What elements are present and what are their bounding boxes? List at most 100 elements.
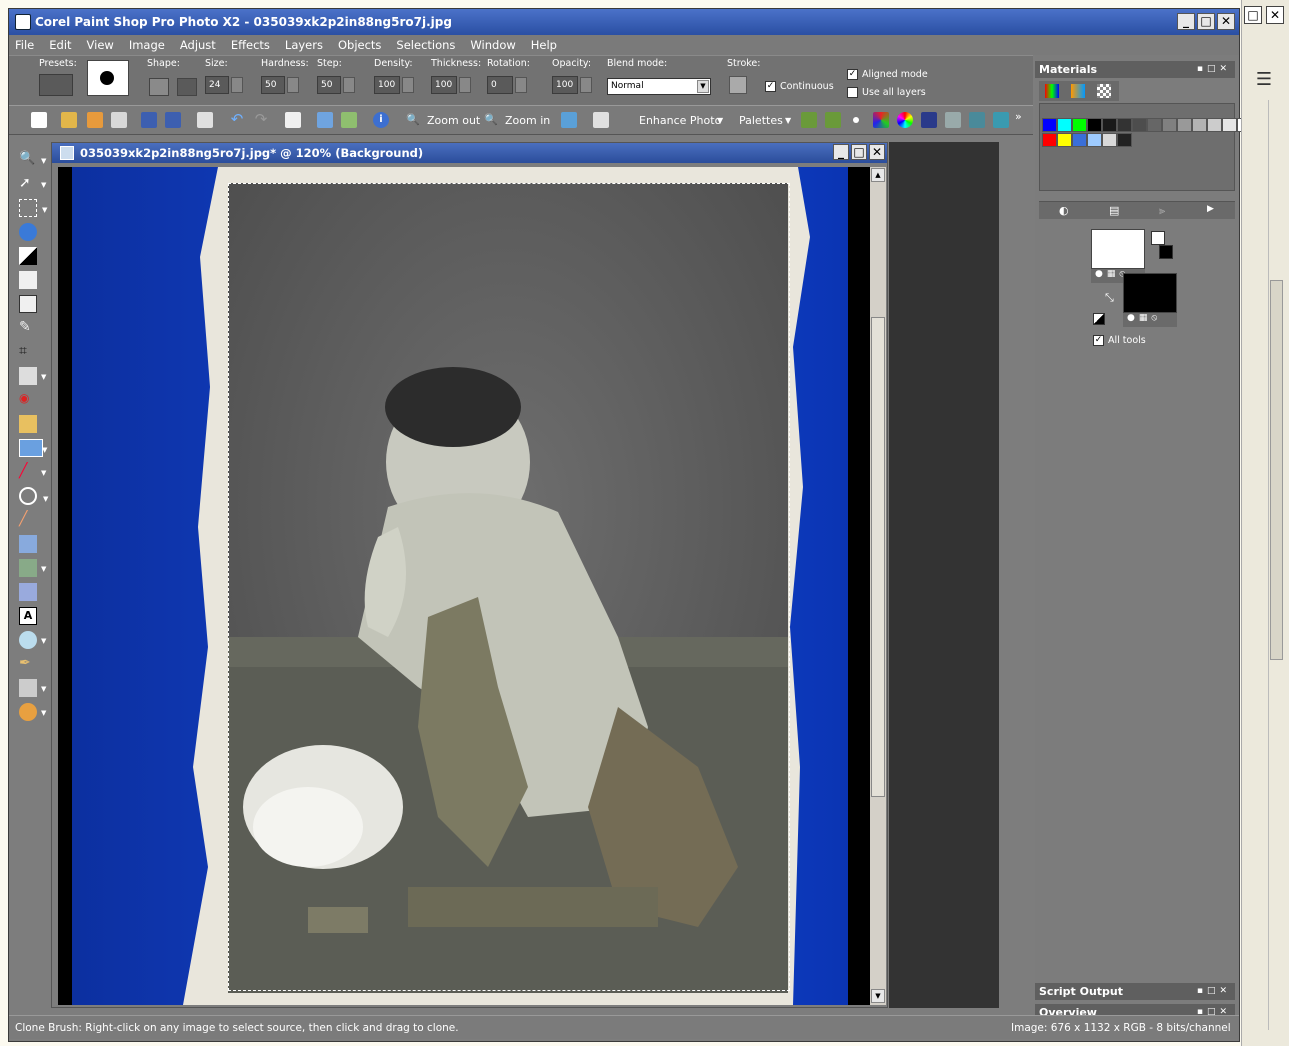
- color-swatch[interactable]: [1207, 118, 1222, 132]
- outer-scroll-thumb[interactable]: [1270, 280, 1283, 660]
- rotation-spinner[interactable]: [515, 77, 527, 93]
- opacity-spinner[interactable]: [580, 77, 592, 93]
- doc-minimize-button[interactable]: _: [833, 144, 849, 160]
- dodge-burn-icon[interactable]: ▼: [19, 487, 48, 505]
- layers-palette-icon[interactable]: [825, 112, 841, 128]
- menu-image[interactable]: Image: [129, 38, 165, 52]
- hardness-spinner[interactable]: [287, 77, 299, 93]
- save-icon[interactable]: [141, 112, 157, 128]
- color-swatch[interactable]: [1132, 118, 1147, 132]
- presets-dropdown[interactable]: [39, 74, 73, 96]
- scratch-remover-icon[interactable]: ╱ ▼: [19, 463, 46, 481]
- page-icon[interactable]: ▤: [1109, 204, 1119, 217]
- color-swatch[interactable]: [1087, 118, 1102, 132]
- copy-icon[interactable]: [317, 112, 333, 128]
- picture-tube-icon[interactable]: ▼: [19, 703, 46, 721]
- panel-controls-icon[interactable]: ▪□✕: [1197, 61, 1231, 78]
- paint-brush-icon[interactable]: ╱: [19, 511, 37, 529]
- scroll-thumb[interactable]: [871, 317, 885, 797]
- zoom-tool-icon[interactable]: 🔍 ▼: [19, 151, 46, 169]
- opacity-field[interactable]: 100: [552, 76, 578, 94]
- new-file-icon[interactable]: [31, 112, 47, 128]
- menu-selections[interactable]: Selections: [396, 38, 455, 52]
- redo-icon[interactable]: ↷: [253, 112, 269, 128]
- save-as-icon[interactable]: [165, 112, 181, 128]
- blend-mode-select[interactable]: Normal ▼: [607, 78, 711, 95]
- zoom-in-icon[interactable]: 🔍: [483, 112, 499, 128]
- thickness-field[interactable]: 100: [431, 76, 457, 94]
- small-fg-swatch[interactable]: [1151, 231, 1165, 245]
- color-swatch[interactable]: [1222, 118, 1237, 132]
- density-spinner[interactable]: [402, 77, 414, 93]
- color-swatch[interactable]: [1057, 118, 1072, 132]
- color-swatch[interactable]: [1192, 118, 1207, 132]
- menu-edit[interactable]: Edit: [49, 38, 71, 52]
- doc-maximize-button[interactable]: □: [851, 144, 867, 160]
- brush-icon[interactable]: ⫸: [1159, 204, 1165, 218]
- scroll-up-button[interactable]: ▲: [871, 168, 885, 182]
- maximize-button[interactable]: □: [1197, 13, 1215, 30]
- step-spinner[interactable]: [343, 77, 355, 93]
- menu-effects[interactable]: Effects: [231, 38, 270, 52]
- round-shape-button[interactable]: [149, 78, 169, 96]
- color-wheel-icon[interactable]: ◐: [1059, 204, 1069, 217]
- image-canvas[interactable]: [58, 167, 870, 1005]
- color-swatch[interactable]: [1102, 133, 1117, 147]
- mixer-icon[interactable]: [969, 112, 985, 128]
- stroke-icon[interactable]: [729, 76, 747, 94]
- pick-tool-icon[interactable]: ➚ ▼: [19, 175, 46, 193]
- reset-colors-icon[interactable]: [1093, 313, 1105, 325]
- scan-icon[interactable]: [111, 112, 127, 128]
- new-layer-icon[interactable]: [285, 112, 301, 128]
- full-screen-icon[interactable]: [593, 112, 609, 128]
- aligned-mode-checkbox[interactable]: ✓: [847, 69, 858, 80]
- bg-style-buttons[interactable]: ●▦⦸: [1123, 313, 1177, 327]
- swatches-tab-icon[interactable]: [1097, 84, 1111, 98]
- vertical-scrollbar[interactable]: ▲ ▼: [870, 167, 886, 1005]
- eyedropper-icon[interactable]: ✎: [19, 319, 37, 337]
- clone-brush-icon[interactable]: ▼: [19, 439, 47, 457]
- info-icon[interactable]: i: [373, 112, 389, 128]
- palettes-menu[interactable]: Palettes: [739, 114, 783, 127]
- continuous-checkbox[interactable]: ✓: [765, 81, 776, 92]
- move-tool-icon[interactable]: ▼: [19, 367, 46, 385]
- undo-icon[interactable]: ↶: [229, 112, 245, 128]
- outer-scrollbar[interactable]: [1268, 100, 1284, 1030]
- menu-window[interactable]: Window: [470, 38, 515, 52]
- makeover-icon[interactable]: [19, 415, 37, 433]
- color-swatch[interactable]: [1162, 118, 1177, 132]
- density-field[interactable]: 100: [374, 76, 400, 94]
- color-swatch[interactable]: [1072, 118, 1087, 132]
- crop-preview-icon[interactable]: [19, 295, 37, 313]
- color-swatch[interactable]: [1087, 133, 1102, 147]
- dropper-icon[interactable]: [19, 247, 37, 265]
- paste-icon[interactable]: [341, 112, 357, 128]
- color-swatch[interactable]: [1117, 133, 1132, 147]
- zoom-out-button[interactable]: Zoom out: [427, 114, 480, 127]
- zoom-in-button[interactable]: Zoom in: [505, 114, 550, 127]
- script-icon[interactable]: [993, 112, 1009, 128]
- magic-wand-icon[interactable]: [19, 223, 37, 241]
- color-swatch[interactable]: [1102, 118, 1117, 132]
- rainbow-tab-icon[interactable]: [1071, 84, 1085, 98]
- color-swatch[interactable]: [1057, 133, 1072, 147]
- toolbar-overflow-icon[interactable]: »: [1015, 110, 1022, 123]
- crop-tool-icon[interactable]: ⌗: [19, 343, 37, 361]
- flood-fill-icon[interactable]: [19, 583, 37, 601]
- print-icon[interactable]: [197, 112, 213, 128]
- minimize-button[interactable]: _: [1177, 13, 1195, 30]
- color-wheel-icon[interactable]: [897, 112, 913, 128]
- menu-objects[interactable]: Objects: [338, 38, 381, 52]
- preset-shape-icon[interactable]: ▼: [19, 631, 46, 649]
- eraser-icon[interactable]: ▼: [19, 559, 46, 577]
- learning-center-icon[interactable]: [801, 112, 817, 128]
- red-eye-icon[interactable]: ◉: [19, 391, 37, 409]
- menu-file[interactable]: File: [15, 38, 34, 52]
- histogram-icon[interactable]: [921, 112, 937, 128]
- arrow-right-icon[interactable]: ▶: [1207, 204, 1214, 214]
- bullet-icon[interactable]: [853, 117, 859, 123]
- browse-icon[interactable]: [87, 112, 103, 128]
- menu-adjust[interactable]: Adjust: [180, 38, 216, 52]
- small-bg-swatch[interactable]: [1159, 245, 1173, 259]
- selection-tool-icon[interactable]: ▼: [19, 199, 47, 217]
